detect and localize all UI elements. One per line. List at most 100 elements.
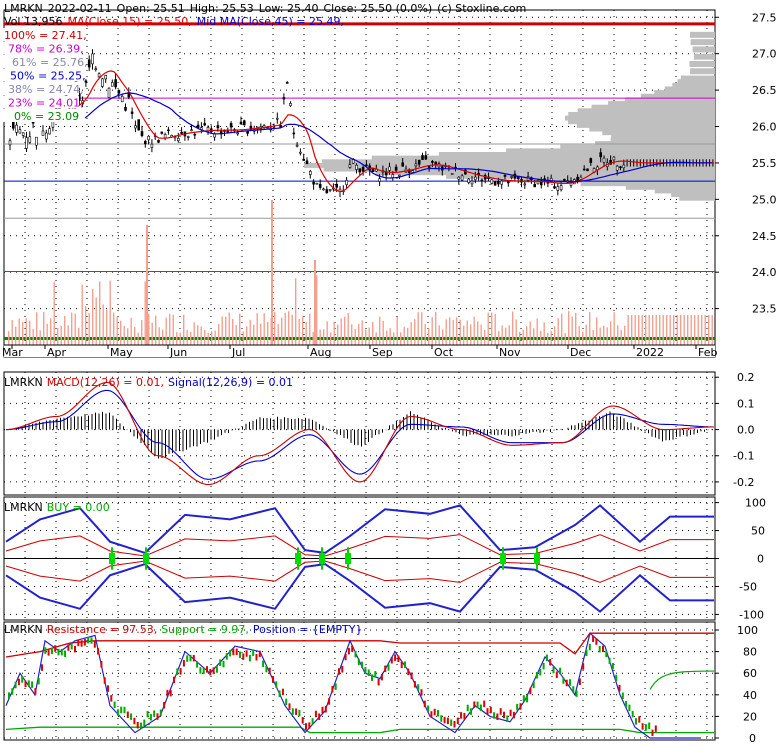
volume-bar: [701, 315, 703, 345]
candle-body: [97, 73, 101, 78]
candle-body: [190, 129, 193, 132]
y-tick-label: 0.1: [737, 397, 755, 410]
volume-bar: [606, 327, 608, 345]
candle-body: [137, 119, 140, 131]
candle-body: [18, 129, 22, 134]
volume-bar: [218, 323, 220, 345]
x-tick-label: Feb: [698, 346, 717, 359]
oscillator-bar: [103, 677, 106, 684]
candle-body: [299, 151, 302, 154]
header-open: Open: 25.51: [117, 2, 185, 15]
profile-bar: [693, 53, 715, 60]
volume-bar: [680, 315, 682, 345]
oscillator-bar: [611, 662, 614, 670]
oscillator-bar: [163, 702, 166, 709]
buy-label: BUY = 0.00: [47, 501, 110, 514]
resistance-label: Resistance = 97.53,: [47, 623, 157, 636]
oscillator-bar: [545, 654, 548, 661]
candle-body: [533, 183, 537, 188]
candle-body: [506, 181, 510, 184]
oscillator-bar: [136, 722, 139, 729]
volume-bar: [200, 326, 202, 345]
oscillator-bar: [146, 710, 149, 718]
oscillator-tail: [649, 670, 715, 690]
candle-body: [312, 181, 315, 185]
oscillator-bar: [638, 716, 641, 723]
oscillator-bar: [70, 642, 73, 650]
candle-body: [134, 125, 137, 129]
candle-body: [559, 185, 563, 191]
volume-bar: [501, 325, 503, 345]
volume-bar: [11, 320, 13, 345]
x-tick-label: May: [110, 346, 133, 359]
volume-bar: [435, 311, 437, 345]
oscillator-bar: [536, 672, 538, 679]
candle-body: [586, 168, 589, 172]
buy-signal-box: [345, 552, 351, 565]
profile-bar: [690, 68, 715, 75]
volume-bar: [120, 320, 122, 345]
oscillator-bar: [219, 659, 222, 666]
macd-panel-frame: [3, 371, 716, 496]
oscillator-bar: [206, 666, 208, 673]
profile-bar: [689, 31, 715, 38]
volume-bar: [179, 332, 181, 345]
volume-bar: [624, 325, 626, 345]
volume-bar: [295, 278, 297, 345]
oscillator-bar: [588, 643, 591, 651]
volume-bar: [109, 280, 111, 345]
oscillator-bar: [470, 708, 472, 715]
candle-body: [460, 175, 464, 181]
volume-profile-top: [689, 31, 715, 75]
oscillator-bar: [506, 715, 509, 723]
volume-bar: [641, 315, 643, 345]
volume-bar: [449, 317, 451, 345]
oscillator-bar: [390, 657, 393, 664]
buy-symbol: LMRKN: [4, 501, 43, 514]
volume-label: Vol 13,956: [4, 15, 62, 28]
volume-bar: [603, 325, 605, 345]
oscillator-bar: [189, 654, 192, 662]
y-tick-label: 0.2: [737, 371, 755, 384]
volume-bar: [249, 319, 251, 345]
x-tick-label: Aug: [310, 346, 331, 359]
y-tick-label: 100: [745, 497, 766, 510]
oscillator-bar: [608, 657, 611, 665]
candle-body: [130, 111, 134, 114]
candle-body: [378, 178, 381, 182]
oscillator-bar: [364, 667, 367, 674]
candle-body: [328, 189, 332, 191]
volume-bar: [88, 313, 90, 345]
fib-label: 50% = 25.25,: [10, 70, 86, 83]
oscillator-bar: [301, 717, 304, 724]
volume-bar: [365, 329, 367, 345]
volume-bar: [162, 329, 164, 345]
candle-body: [421, 155, 424, 160]
volume-bar: [634, 315, 636, 345]
volume-bar: [638, 315, 640, 345]
candle-body: [124, 107, 127, 111]
candle-body: [358, 168, 362, 173]
volume-bar: [288, 311, 290, 345]
candle-body: [275, 117, 279, 120]
oscillator-bar: [628, 704, 631, 712]
volume-bar: [50, 318, 52, 345]
volume-bar: [242, 331, 244, 345]
volume-bar: [389, 328, 391, 345]
candle-body: [582, 168, 586, 171]
oscillator-bar: [602, 645, 604, 653]
volume-bar: [190, 331, 192, 345]
volume-bar: [438, 325, 440, 345]
volume-bars: [8, 200, 713, 345]
rs-legend: LMRKN Resistance = 97.53, Support = 9.97, P…: [4, 623, 362, 636]
oscillator-bar: [338, 668, 340, 675]
candle-body: [15, 124, 18, 133]
volume-bar: [421, 312, 423, 345]
candle-body: [503, 174, 507, 177]
volume-bar: [130, 317, 132, 345]
volume-bar: [400, 332, 402, 345]
oscillator-bar: [374, 671, 377, 678]
oscillator-bar: [641, 723, 644, 730]
oscillator-bar: [123, 706, 126, 714]
volume-bar: [470, 324, 472, 345]
